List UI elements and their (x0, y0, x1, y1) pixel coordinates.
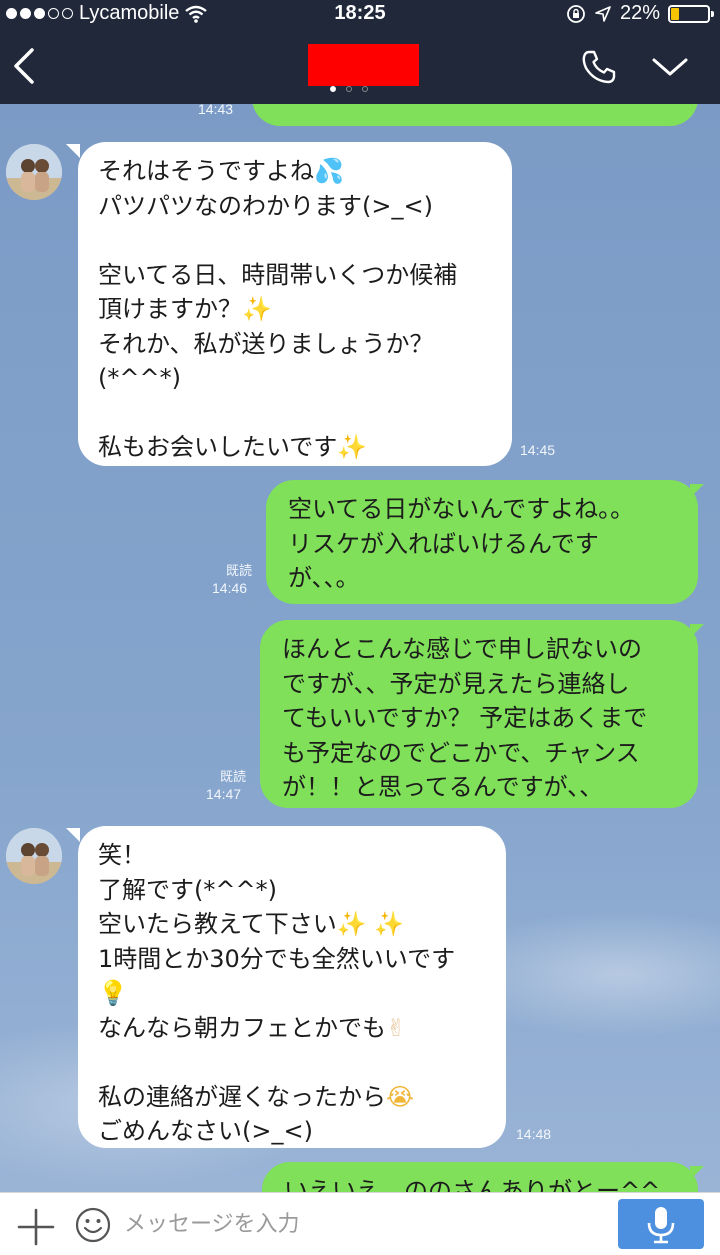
message-line: パツパツなのわかります(>_<) (98, 191, 433, 220)
avatar[interactable] (6, 144, 62, 200)
chat-header (0, 28, 720, 104)
message-time: 14:47 (206, 786, 242, 802)
rotation-lock-icon (567, 4, 585, 23)
message-line: 頂けますか？ (98, 295, 242, 323)
message-input-bar (0, 1192, 720, 1255)
message-line: それか、私が送りましょうか？ (98, 329, 434, 358)
chat-area[interactable]: 14:43 それはそうですよね💦 パツパツなのわかります(>_<) 空いてる日、… (0, 104, 720, 1192)
message-line: なんなら朝カフェとかでも (98, 1013, 386, 1042)
message-bubble-outgoing[interactable]: いえいえ、ののさんありがとー^^ (262, 1162, 698, 1192)
sparkles-emoji: ✨ (374, 910, 405, 938)
message-line: 空いてる日がないんですよね。。 (288, 495, 635, 523)
bubble-tail (690, 1166, 704, 1180)
chevron-down-icon[interactable] (650, 52, 690, 82)
message-line: 私の連絡が遅くなったから (98, 1082, 386, 1111)
sparkles-emoji: ✨ (337, 433, 368, 461)
message-line: 1時間とか30分でも全然いいです (98, 944, 456, 973)
message-bubble-outgoing[interactable]: 空いてる日がないんですよね。。 リスケが入ればいけるんです が、、。 (266, 480, 698, 604)
voice-input-button[interactable] (618, 1199, 704, 1249)
avatar-photo (6, 144, 62, 200)
message-line: てもいいですか？ 予定はあくまで (282, 704, 648, 732)
chevron-left-icon[interactable] (8, 46, 44, 86)
message-line: 空いたら教えて下さい (98, 910, 337, 938)
page-indicator (330, 86, 368, 92)
message-bubble-incoming[interactable]: 笑！ 了解です(*^^*) 空いたら教えて下さい✨ ✨ 1時間とか30分でも全然… (78, 826, 506, 1148)
status-right: 22% (566, 2, 714, 25)
location-icon (595, 5, 611, 22)
read-receipt: 既読 (226, 564, 253, 579)
message-line: も予定なのでどこかで、チャンス (282, 738, 640, 767)
message-bubble-outgoing[interactable] (252, 104, 698, 126)
sparkles-emoji: ✨ (242, 295, 272, 323)
page-dot (346, 86, 352, 92)
avatar[interactable] (6, 828, 62, 884)
phone-icon[interactable] (580, 48, 618, 86)
contact-name-redacted[interactable] (308, 44, 419, 86)
message-line: が！！と思ってるんですが、、 (282, 773, 604, 801)
battery-percent: 22% (619, 2, 660, 24)
message-line: 笑！ (98, 841, 146, 869)
bubble-tail (66, 144, 80, 158)
page-dot (330, 86, 336, 92)
microphone-icon (647, 1207, 675, 1244)
message-line: ごめんなさい(>_<) (98, 1117, 313, 1145)
message-input[interactable] (124, 1203, 604, 1245)
message-line: が、、。 (288, 564, 360, 592)
sparkles-emoji: ✨ (336, 910, 367, 938)
crying-face-emoji: 😭 (386, 1082, 415, 1111)
sweat-drops-emoji: 💦 (314, 157, 344, 185)
read-receipt: 既読 (220, 770, 247, 785)
message-line: リスケが入ればいけるんです (288, 529, 599, 558)
avatar-photo (6, 828, 62, 884)
page-dot (362, 86, 368, 92)
battery-icon (668, 4, 714, 23)
message-line: (*^^*) (98, 364, 181, 392)
victory-hand-emoji: ✌ (386, 1013, 407, 1042)
message-line: 了解です(*^^*) (98, 875, 277, 904)
message-bubble-outgoing[interactable]: ほんとこんな感じで申し訳ないの ですが、、予定が見えたら連絡し てもいいですか？… (260, 620, 698, 808)
message-line: いえいえ、ののさんありがとー^^ (284, 1177, 661, 1192)
message-bubble-incoming[interactable]: それはそうですよね💦 パツパツなのわかります(>_<) 空いてる日、時間帯いくつ… (78, 142, 512, 466)
message-line: ほんとこんな感じで申し訳ないの (282, 635, 642, 663)
battery-fill (671, 7, 679, 20)
message-time: 14:48 (516, 1126, 552, 1142)
message-line: それはそうですよね (98, 157, 314, 185)
message-line: 空いてる日、時間帯いくつか候補 (98, 260, 458, 289)
message-line: ですが、、予定が見えたら連絡し (282, 669, 630, 698)
plus-icon[interactable] (16, 1207, 56, 1247)
bubble-tail (690, 624, 704, 638)
bubble-tail (690, 484, 704, 498)
smiley-icon[interactable] (74, 1206, 112, 1244)
bubble-tail (66, 828, 80, 842)
light-bulb-emoji: 💡 (98, 979, 128, 1007)
status-bar: Lycamobile 18:25 22% (0, 0, 720, 28)
message-line: 私もお会いしたいです (98, 433, 338, 461)
message-time: 14:46 (212, 580, 248, 596)
message-time: 14:45 (520, 442, 556, 458)
message-time: 14:43 (198, 104, 234, 117)
